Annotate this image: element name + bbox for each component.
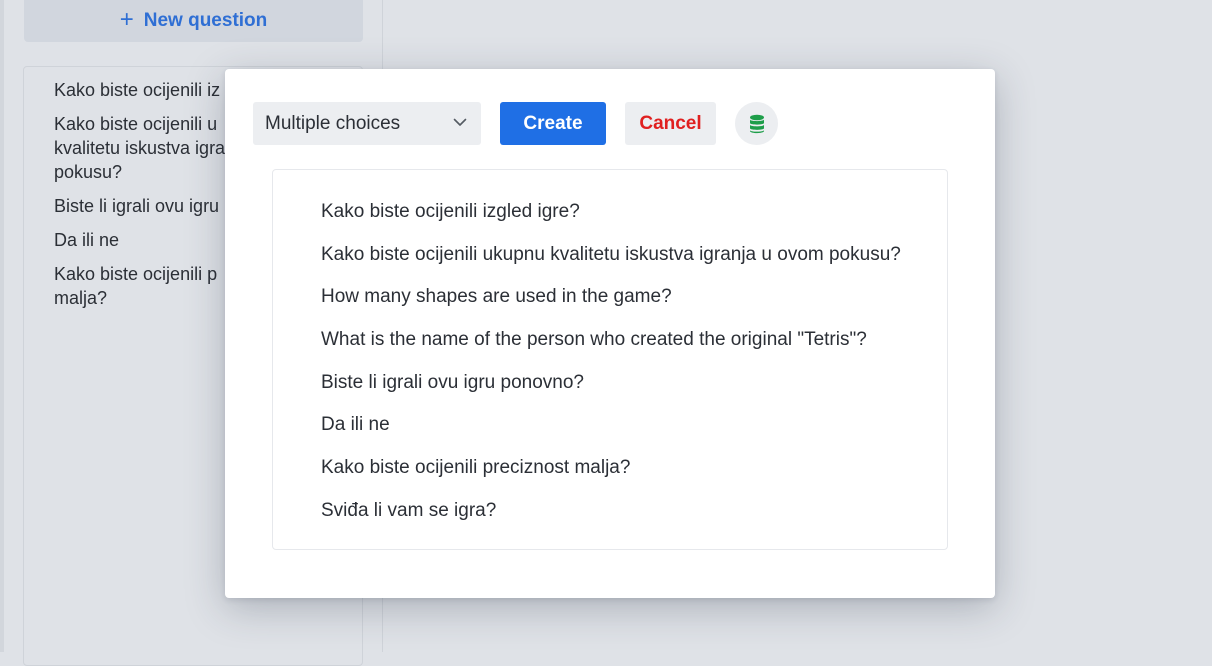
cancel-button[interactable]: Cancel [625,102,716,145]
plus-icon: + [119,6,134,33]
database-icon [749,114,764,133]
new-question-button[interactable]: + New question [24,0,363,42]
question-options-list: Kako biste ocijenili izgled igre? Kako b… [272,169,948,550]
question-type-value: Multiple choices [265,112,401,134]
new-question-label: New question [143,10,268,31]
question-type-select[interactable]: Multiple choices [253,102,481,145]
question-option[interactable]: What is the name of the person who creat… [321,325,947,355]
question-option[interactable]: Kako biste ocijenili preciznost malja? [321,453,947,483]
chevron-down-icon [453,118,467,126]
question-option[interactable]: Sviđa li vam se igra? [321,496,947,526]
create-button[interactable]: Create [500,102,606,145]
question-option[interactable]: How many shapes are used in the game? [321,282,947,312]
question-option[interactable]: Kako biste ocijenili ukupnu kvalitetu is… [321,240,947,270]
database-button[interactable] [735,102,778,145]
question-option[interactable]: Biste li igrali ovu igru ponovno? [321,368,947,398]
question-option[interactable]: Kako biste ocijenili izgled igre? [321,197,947,227]
add-question-modal: Multiple choices Create Cancel Kako bist… [225,69,995,598]
question-option[interactable]: Da ili ne [321,410,947,440]
